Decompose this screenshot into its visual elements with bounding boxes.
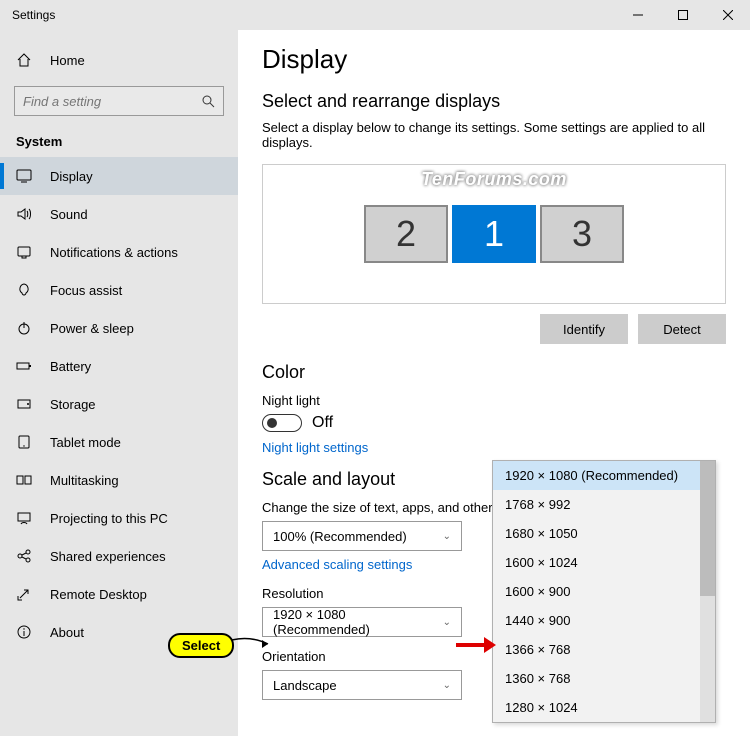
chevron-down-icon: ⌄ (443, 617, 451, 628)
tablet-icon (16, 434, 34, 450)
resolution-options-list[interactable]: 1920 × 1080 (Recommended) 1768 × 992 168… (492, 460, 716, 723)
night-light-settings-link[interactable]: Night light settings (262, 440, 726, 455)
sidebar-item-remote-desktop[interactable]: Remote Desktop (0, 575, 238, 613)
resolution-dropdown[interactable]: 1920 × 1080 (Recommended) ⌄ (262, 607, 462, 637)
sidebar-item-tablet-mode[interactable]: Tablet mode (0, 423, 238, 461)
close-button[interactable] (705, 0, 750, 30)
sound-icon (16, 206, 34, 222)
projecting-icon (16, 510, 34, 526)
size-value: 100% (Recommended) (273, 529, 407, 544)
sidebar-item-label: Tablet mode (50, 435, 121, 450)
display-arrange-box[interactable]: TenForums.com 2 1 3 (262, 164, 726, 304)
resolution-option[interactable]: 1768 × 992 (493, 490, 715, 519)
battery-icon (16, 358, 34, 374)
notifications-icon (16, 244, 34, 260)
shared-icon (16, 548, 34, 564)
monitor-3[interactable]: 3 (540, 205, 624, 263)
sidebar-item-label: Storage (50, 397, 96, 412)
sidebar-item-display[interactable]: Display (0, 157, 238, 195)
color-heading: Color (262, 362, 726, 383)
sidebar-item-notifications[interactable]: Notifications & actions (0, 233, 238, 271)
multitasking-icon (16, 472, 34, 488)
page-title: Display (262, 44, 726, 75)
home-link[interactable]: Home (0, 40, 238, 80)
sidebar-item-label: Remote Desktop (50, 587, 147, 602)
resolution-option[interactable]: 1920 × 1080 (Recommended) (493, 461, 715, 490)
sidebar-item-focus-assist[interactable]: Focus assist (0, 271, 238, 309)
sidebar-item-label: Power & sleep (50, 321, 134, 336)
titlebar: Settings (0, 0, 750, 30)
about-icon (16, 624, 34, 640)
window-title: Settings (12, 8, 55, 22)
sidebar-item-power[interactable]: Power & sleep (0, 309, 238, 347)
window-controls (615, 0, 750, 30)
sidebar-item-label: About (50, 625, 84, 640)
red-arrow-icon (456, 636, 496, 654)
sidebar-item-label: Shared experiences (50, 549, 166, 564)
arrange-heading: Select and rearrange displays (262, 91, 726, 112)
sidebar-item-battery[interactable]: Battery (0, 347, 238, 385)
sidebar-item-storage[interactable]: Storage (0, 385, 238, 423)
sidebar-item-label: Display (50, 169, 93, 184)
sidebar-item-multitasking[interactable]: Multitasking (0, 461, 238, 499)
sidebar-item-label: Focus assist (50, 283, 122, 298)
arrange-desc: Select a display below to change its set… (262, 120, 726, 150)
search-input[interactable] (23, 94, 201, 109)
display-icon (16, 168, 34, 184)
chevron-down-icon: ⌄ (443, 680, 451, 691)
sidebar-item-shared-experiences[interactable]: Shared experiences (0, 537, 238, 575)
home-icon (16, 52, 34, 68)
list-scrollbar[interactable] (700, 461, 715, 722)
sidebar-item-label: Projecting to this PC (50, 511, 168, 526)
remote-icon (16, 586, 34, 602)
identify-button[interactable]: Identify (540, 314, 628, 344)
resolution-option[interactable]: 1440 × 900 (493, 606, 715, 635)
section-label: System (0, 126, 238, 157)
resolution-option[interactable]: 1680 × 1050 (493, 519, 715, 548)
night-light-toggle[interactable] (262, 414, 302, 432)
annotation-callout: Select (168, 633, 234, 658)
sidebar-item-sound[interactable]: Sound (0, 195, 238, 233)
minimize-button[interactable] (615, 0, 660, 30)
orientation-value: Landscape (273, 678, 337, 693)
sidebar-item-projecting[interactable]: Projecting to this PC (0, 499, 238, 537)
chevron-down-icon: ⌄ (443, 531, 451, 542)
size-dropdown[interactable]: 100% (Recommended) ⌄ (262, 521, 462, 551)
sidebar-item-label: Notifications & actions (50, 245, 178, 260)
power-icon (16, 320, 34, 336)
sidebar-item-label: Sound (50, 207, 88, 222)
resolution-value: 1920 × 1080 (Recommended) (273, 607, 443, 637)
maximize-button[interactable] (660, 0, 705, 30)
resolution-option[interactable]: 1600 × 900 (493, 577, 715, 606)
focus-assist-icon (16, 282, 34, 298)
sidebar-item-label: Multitasking (50, 473, 119, 488)
resolution-option[interactable]: 1600 × 1024 (493, 548, 715, 577)
sidebar-item-label: Battery (50, 359, 91, 374)
watermark: TenForums.com (421, 169, 567, 190)
night-light-state: Off (312, 414, 333, 432)
resolution-option[interactable]: 1360 × 768 (493, 664, 715, 693)
night-light-label: Night light (262, 393, 726, 408)
resolution-option[interactable]: 1280 × 1024 (493, 693, 715, 722)
sidebar: Home System Display Sound Notifications … (0, 30, 238, 736)
orientation-dropdown[interactable]: Landscape ⌄ (262, 670, 462, 700)
home-label: Home (50, 53, 85, 68)
search-box[interactable] (14, 86, 224, 116)
detect-button[interactable]: Detect (638, 314, 726, 344)
storage-icon (16, 396, 34, 412)
search-icon (201, 94, 215, 108)
resolution-option[interactable]: 1366 × 768 (493, 635, 715, 664)
monitor-2[interactable]: 2 (364, 205, 448, 263)
monitor-1[interactable]: 1 (452, 205, 536, 263)
